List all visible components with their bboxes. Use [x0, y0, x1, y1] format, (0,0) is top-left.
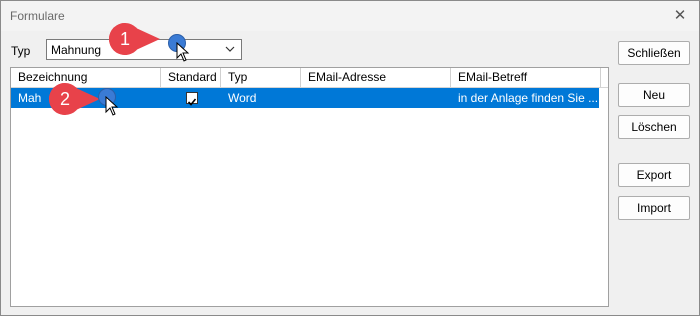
close-button[interactable]: Schließen [618, 41, 690, 65]
column-header-bezeichnung[interactable]: Bezeichnung [11, 68, 161, 87]
new-button[interactable]: Neu [618, 83, 690, 107]
typ-dropdown-value: Mahnung [51, 43, 102, 57]
checkmark-icon [187, 98, 197, 106]
title-bar: Formulare ✕ [1, 1, 699, 31]
column-header-email-adresse[interactable]: EMail-Adresse [301, 68, 451, 87]
standard-checkbox[interactable] [186, 92, 198, 106]
table-header: Bezeichnung Standard Typ EMail-Adresse E… [11, 68, 608, 88]
typ-label: Typ [11, 44, 31, 58]
step-2-callout: 2 [48, 82, 100, 116]
formulare-window: Formulare ✕ Typ Mahnung Bezeichnung Stan… [0, 0, 700, 316]
column-header-typ[interactable]: Typ [221, 68, 301, 87]
column-header-email-betreff[interactable]: EMail-Betreff [451, 68, 601, 87]
window-title: Formulare [10, 9, 65, 23]
export-button[interactable]: Export [618, 163, 690, 187]
step-1-number: 1 [119, 29, 130, 49]
step-2-number: 2 [59, 89, 70, 109]
column-header-standard[interactable]: Standard [161, 68, 221, 87]
delete-button[interactable]: Löschen [618, 115, 690, 139]
import-button[interactable]: Import [618, 196, 690, 220]
cell-email-betreff: in der Anlage finden Sie ... [458, 91, 599, 105]
cell-typ: Word [228, 91, 257, 105]
chevron-down-icon [225, 46, 235, 52]
close-icon[interactable]: ✕ [671, 7, 689, 25]
cell-standard[interactable] [161, 88, 221, 108]
mouse-pointer-icon [105, 96, 119, 116]
mouse-pointer-icon [176, 42, 190, 62]
cell-email-adresse [301, 88, 451, 108]
step-1-callout: 1 [108, 22, 160, 56]
